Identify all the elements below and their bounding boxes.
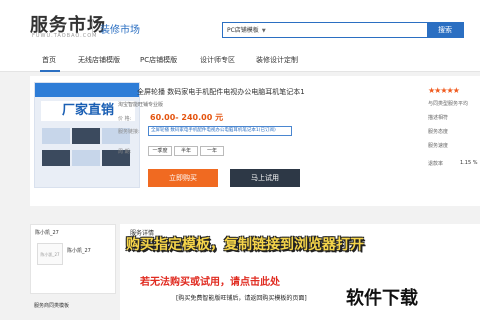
seller-shop-name[interactable]: 陈小凯_27 (67, 247, 91, 254)
page: 服务市场 FUWU.TAOBAO.COM 装修市场 PC店铺模板 ▼ 搜索 首页 … (0, 0, 480, 320)
buy-now-button[interactable]: 立即购买 (148, 169, 218, 187)
search-bar: PC店铺模板 ▼ 搜索 (222, 22, 464, 38)
price-label: 价 格: (118, 116, 132, 122)
search-input[interactable] (287, 24, 427, 36)
nav-item-mobile-templates[interactable]: 无线店铺模版 (78, 55, 120, 65)
period-option-half-year[interactable]: 半年 (174, 146, 198, 156)
return-rate-value: 1.15 % (460, 160, 478, 166)
service-link-field[interactable]: 全屏轮播 数码家电手机配件电视办公电脑耳机笔记本1(已订阅) (148, 126, 292, 136)
active-tab-indicator (40, 70, 60, 72)
attitude-score-label: 服务态度 (428, 129, 449, 135)
search-button[interactable]: 搜索 (427, 23, 463, 37)
nav-item-custom-design[interactable]: 装修设计定制 (256, 55, 298, 65)
overlay-caption-yellow: 购买指定模板，复制链接到浏览器打开 (126, 237, 364, 253)
period-option-year[interactable]: 一年 (200, 146, 224, 156)
product-title: 全屏轮播 数码家电手机配件电视办公电脑耳机笔记本1 (137, 88, 305, 96)
similar-templates-title: 服务商同类模板 (34, 303, 70, 309)
period-label: 周 期: (118, 149, 132, 155)
period-option-quarter[interactable]: 一季度 (148, 146, 172, 156)
product-shop-type: 淘宝智能旺铺专业版 (118, 102, 164, 108)
overlay-caption-black: [购买免费智能版旺铺后，请返回购买模板的页面] (176, 295, 307, 302)
market-name[interactable]: 装修市场 (100, 21, 140, 36)
return-rate-label: 退款率 (428, 161, 444, 167)
seller-card: 陈小凯_27 陈小凯_27 陈小凯_27 (30, 224, 116, 294)
logo-subtitle: FUWU.TAOBAO.COM (32, 33, 98, 39)
try-now-button[interactable]: 马上试用 (230, 169, 300, 187)
seller-name[interactable]: 陈小凯_27 (35, 229, 59, 236)
main-nav: 首页 无线店铺模版 PC店铺模版 设计师专区 装修设计定制 (0, 50, 480, 72)
watermark: 软件下载 (346, 288, 418, 309)
product-thumbnail[interactable]: 厂家直销 (34, 82, 140, 188)
divider (92, 20, 93, 34)
nav-item-designer-zone[interactable]: 设计师专区 (200, 55, 235, 65)
link-label: 服务链接: (118, 129, 140, 135)
search-category-select[interactable]: PC店铺模板 ▼ (227, 25, 266, 34)
site-header: 服务市场 FUWU.TAOBAO.COM 装修市场 PC店铺模板 ▼ 搜索 (0, 0, 480, 50)
thumbnail-cell (42, 128, 70, 144)
thumbnail-cell (72, 150, 100, 166)
overlay-caption-red[interactable]: 若无法购买或试用，请点击此处 (140, 273, 280, 288)
desc-score-label: 描述相符 (428, 115, 449, 121)
speed-score-label: 服务速度 (428, 143, 449, 149)
nav-item-pc-templates[interactable]: PC店铺模版 (140, 55, 177, 65)
product-price: 60.00- 240.00 元 (150, 113, 224, 122)
thumbnail-header (35, 83, 139, 97)
nav-item-home[interactable]: 首页 (42, 55, 56, 65)
chevron-down-icon: ▼ (261, 28, 266, 34)
compare-text: 与同类型服务平均 (428, 101, 469, 107)
search-category-label: PC店铺模板 (227, 27, 259, 34)
rating-stars: ★★★★★ (428, 86, 460, 95)
seller-avatar[interactable]: 陈小凯_27 (37, 243, 63, 265)
thumbnail-cell (72, 128, 100, 144)
thumbnail-cell (42, 150, 70, 166)
